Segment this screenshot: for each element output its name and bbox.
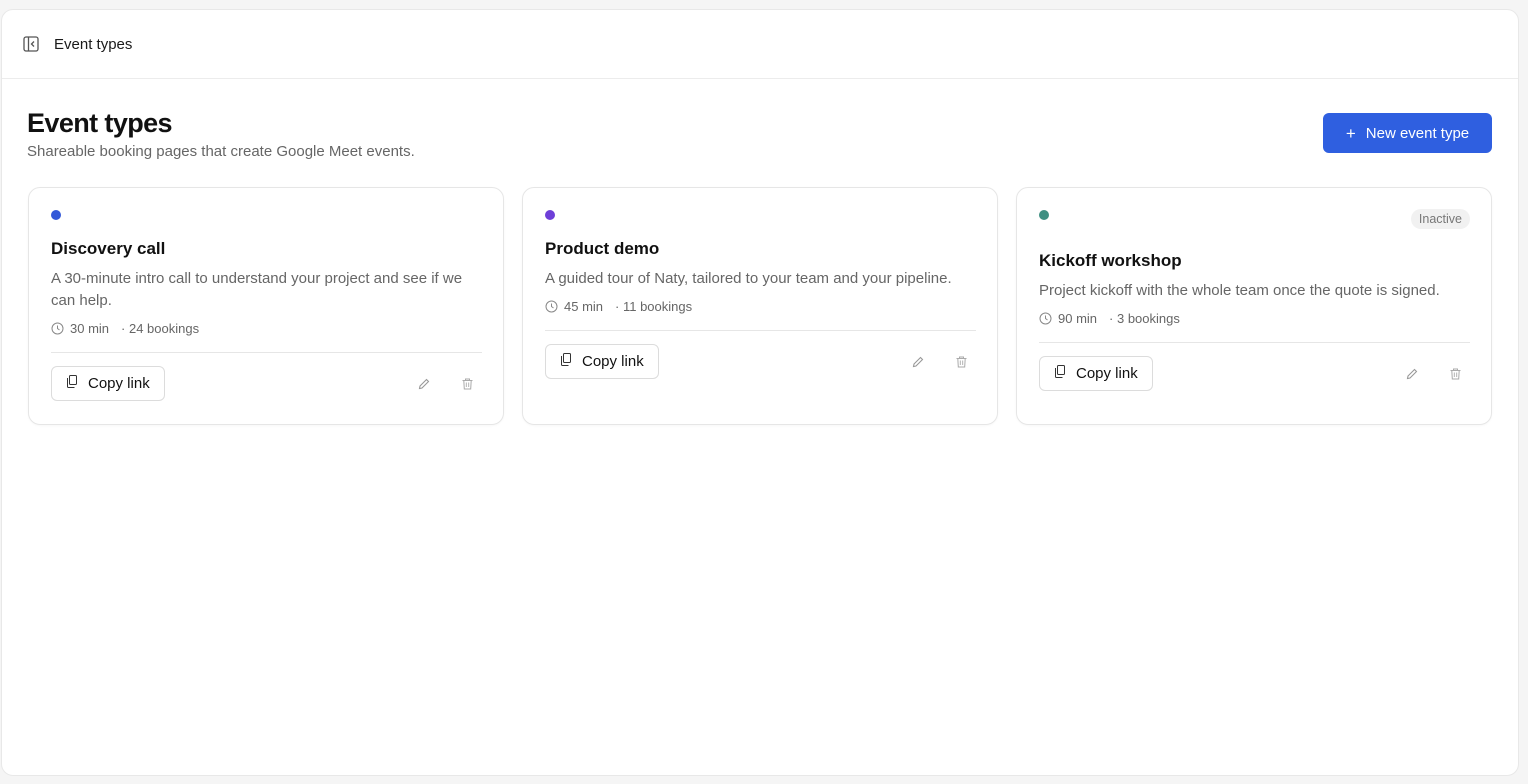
event-duration: 45 min <box>564 299 604 314</box>
trash-icon[interactable] <box>946 347 976 377</box>
copy-link-button[interactable]: Copy link <box>545 344 659 379</box>
clock-icon <box>1039 312 1052 325</box>
copy-icon <box>1054 365 1066 382</box>
copy-link-button[interactable]: Copy link <box>51 366 165 401</box>
divider <box>51 352 482 353</box>
color-dot <box>1039 210 1049 220</box>
clock-icon <box>51 322 64 335</box>
new-event-type-label: New event type <box>1365 124 1470 142</box>
page-subtitle: Shareable booking pages that create Goog… <box>27 143 415 160</box>
color-dot <box>51 210 61 220</box>
copy-icon <box>66 375 78 392</box>
event-bookings: · 11 bookings <box>615 299 693 314</box>
pencil-icon[interactable] <box>1397 359 1427 389</box>
event-type-title: Product demo <box>545 239 660 258</box>
event-duration: 30 min <box>70 321 110 336</box>
page-header: Event types Shareable booking pages that… <box>27 108 1492 168</box>
event-bookings: · 24 bookings <box>121 321 200 336</box>
pencil-icon[interactable] <box>903 347 933 377</box>
divider <box>1039 342 1470 343</box>
trash-icon[interactable] <box>452 369 482 399</box>
event-type-description: Project kickoff with the whole team once… <box>1039 282 1440 299</box>
event-type-title: Discovery call <box>51 239 166 258</box>
page-title: Event types <box>27 108 173 138</box>
event-type-meta: 30 min · 24 bookings <box>51 321 482 336</box>
sidebar-collapse-icon[interactable] <box>22 35 40 53</box>
event-type-description: A guided tour of Naty, tailored to your … <box>545 270 952 287</box>
event-type-description: A 30-minute intro call to understand you… <box>51 270 463 309</box>
event-type-meta: 45 min · 11 bookings <box>545 299 976 314</box>
app-window: Event types Event types Shareable bookin… <box>1 9 1519 776</box>
event-type-list: Discovery call A 30-minute intro call to… <box>28 187 1492 425</box>
copy-link-label: Copy link <box>88 375 150 392</box>
copy-link-label: Copy link <box>582 353 644 370</box>
event-type-title: Kickoff workshop <box>1039 251 1182 270</box>
event-type-meta: 90 min · 3 bookings <box>1039 311 1470 326</box>
new-event-type-button[interactable]: + New event type <box>1323 113 1492 153</box>
event-duration: 90 min <box>1058 311 1098 326</box>
topbar-title: Event types <box>54 35 133 53</box>
topbar: Event types <box>2 10 1518 79</box>
event-type-card: Inactive Kickoff workshop Project kickof… <box>1016 187 1492 425</box>
event-type-card: Product demo A guided tour of Naty, tail… <box>522 187 998 425</box>
event-type-card: Discovery call A 30-minute intro call to… <box>28 187 504 425</box>
status-badge: Inactive <box>1410 209 1470 229</box>
pencil-icon[interactable] <box>409 369 439 399</box>
divider <box>545 330 976 331</box>
copy-link-button[interactable]: Copy link <box>1039 356 1153 391</box>
clock-icon <box>545 300 558 313</box>
copy-icon <box>560 353 572 370</box>
copy-link-label: Copy link <box>1076 365 1138 382</box>
event-bookings: · 3 bookings <box>1109 311 1180 326</box>
color-dot <box>545 210 555 220</box>
trash-icon[interactable] <box>1440 359 1470 389</box>
plus-icon: + <box>1345 123 1356 143</box>
